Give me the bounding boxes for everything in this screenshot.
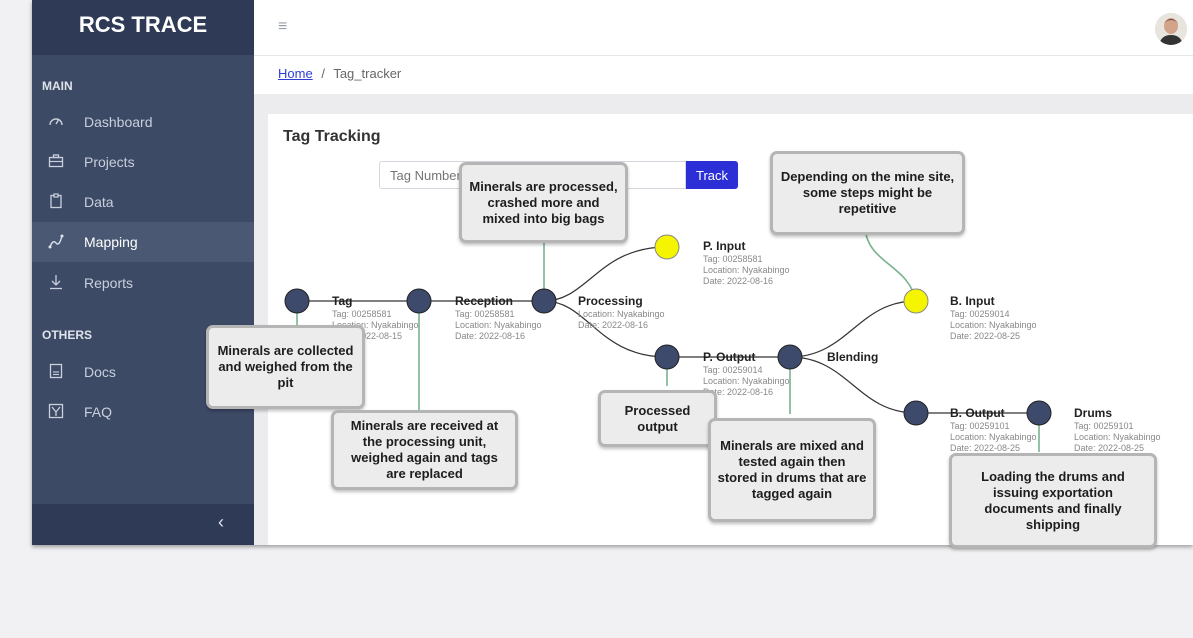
sidebar-item-label: Docs [84, 364, 116, 380]
node-date: Date: 2022-08-16 [703, 276, 773, 286]
callout-processed-output: Processed output [598, 390, 717, 447]
section-main-label: MAIN [42, 79, 73, 93]
sidebar-item-data[interactable]: Data [32, 182, 254, 222]
node-drums[interactable]: Drums Tag: 00259101 Location: Nyakabingo… [1026, 400, 1161, 453]
node-location: Location: Nyakabingo [703, 265, 790, 275]
node-tag-number: Tag: 00259101 [1074, 421, 1134, 431]
document-icon [48, 363, 64, 379]
breadcrumb-home-link[interactable]: Home [278, 66, 313, 81]
download-icon [48, 274, 64, 290]
node-drums-marker [1026, 400, 1052, 426]
callout-reception: Minerals are received at the processing … [331, 410, 518, 490]
node-p-input-marker [654, 234, 680, 260]
node-location: Location: Nyakabingo [950, 320, 1037, 330]
node-b-output[interactable]: B. Output Tag: 00259101 Location: Nyakab… [903, 400, 1037, 453]
sidebar-item-projects[interactable]: Projects [32, 142, 254, 182]
node-reception-marker [406, 288, 432, 314]
node-date: Date: 2022-08-16 [455, 331, 525, 341]
breadcrumb: Home / Tag_tracker [254, 56, 1193, 94]
node-b-output-marker [903, 400, 929, 426]
sidebar-item-label: Data [84, 194, 114, 210]
sidebar-item-label: Reports [84, 275, 134, 291]
node-date: Date: 2022-08-25 [1074, 443, 1144, 453]
sidebar-item-label: FAQ [84, 404, 113, 420]
node-location: Location: Nyakabingo [703, 376, 790, 386]
node-label: Drums [1074, 406, 1112, 420]
callout-collection: Minerals are collected and weighed from … [206, 325, 365, 409]
node-label: B. Input [950, 294, 995, 308]
node-tag-number: Tag: 00259101 [950, 421, 1010, 431]
node-label: P. Input [703, 239, 745, 253]
node-label: P. Output [703, 350, 755, 364]
node-date: Date: 2022-08-25 [950, 331, 1020, 341]
topbar: ≡ [254, 0, 1193, 56]
section-others-label: OTHERS [42, 328, 93, 342]
node-p-output-marker [654, 344, 680, 370]
app-logo[interactable]: RCS TRACE [32, 0, 254, 55]
hamburger-menu-icon[interactable]: ≡ [278, 18, 287, 36]
route-icon [48, 233, 64, 249]
node-tag-number: Tag: 00258581 [703, 254, 763, 264]
faq-icon [48, 403, 64, 419]
node-label: Reception [455, 294, 513, 308]
node-label: Tag [332, 294, 352, 308]
node-date: Date: 2022-08-16 [578, 320, 648, 330]
node-location: Location: Nyakabingo [950, 432, 1037, 442]
breadcrumb-separator: / [321, 66, 325, 81]
node-date: Date: 2022-08-25 [950, 443, 1020, 453]
callout-repetitive-steps: Depending on the mine site, some steps m… [770, 151, 965, 235]
sidebar-item-label: Projects [84, 154, 135, 170]
node-p-input[interactable]: P. Input Tag: 00258581 Location: Nyakabi… [654, 234, 790, 286]
node-location: Location: Nyakabingo [455, 320, 542, 330]
sidebar-item-dashboard[interactable]: Dashboard [32, 102, 254, 142]
node-label: B. Output [950, 406, 1005, 420]
sidebar-item-reports[interactable]: Reports [32, 263, 254, 303]
node-label: Processing [578, 294, 643, 308]
node-tag-number: Tag: 00259014 [703, 365, 763, 375]
callout-processing: Minerals are processed, crashed more and… [459, 162, 628, 243]
node-blending-marker [777, 344, 803, 370]
clipboard-icon [48, 193, 64, 209]
sidebar: RCS TRACE MAIN Dashboard Projects Data M… [32, 0, 254, 545]
gauge-icon [48, 113, 64, 129]
node-processing[interactable]: Processing Location: Nyakabingo Date: 20… [531, 288, 665, 330]
briefcase-icon [48, 153, 64, 169]
callout-blending: Minerals are mixed and tested again then… [708, 418, 876, 522]
node-b-input[interactable]: B. Input Tag: 00259014 Location: Nyakabi… [903, 288, 1037, 341]
sidebar-item-label: Mapping [84, 234, 138, 250]
avatar[interactable] [1155, 13, 1187, 45]
node-b-input-marker [903, 288, 929, 314]
node-label: Blending [827, 350, 878, 364]
node-processing-marker [531, 288, 557, 314]
node-location: Location: Nyakabingo [578, 309, 665, 319]
sidebar-footer: ‹ [32, 504, 254, 545]
sidebar-item-mapping[interactable]: Mapping [32, 222, 254, 262]
node-tag-marker [284, 288, 310, 314]
graph-edges [297, 246, 1039, 414]
breadcrumb-current: Tag_tracker [333, 66, 402, 81]
node-location: Location: Nyakabingo [1074, 432, 1161, 442]
collapse-sidebar-icon[interactable]: ‹ [218, 512, 224, 533]
sidebar-item-label: Dashboard [84, 114, 153, 130]
node-blending[interactable]: Blending [777, 344, 878, 370]
node-tag-number: Tag: 00259014 [950, 309, 1010, 319]
node-tag-number: Tag: 00258581 [332, 309, 392, 319]
node-reception[interactable]: Reception Tag: 00258581 Location: Nyakab… [406, 288, 542, 341]
node-tag-number: Tag: 00258581 [455, 309, 515, 319]
callout-shipping: Loading the drums and issuing exportatio… [949, 453, 1157, 548]
